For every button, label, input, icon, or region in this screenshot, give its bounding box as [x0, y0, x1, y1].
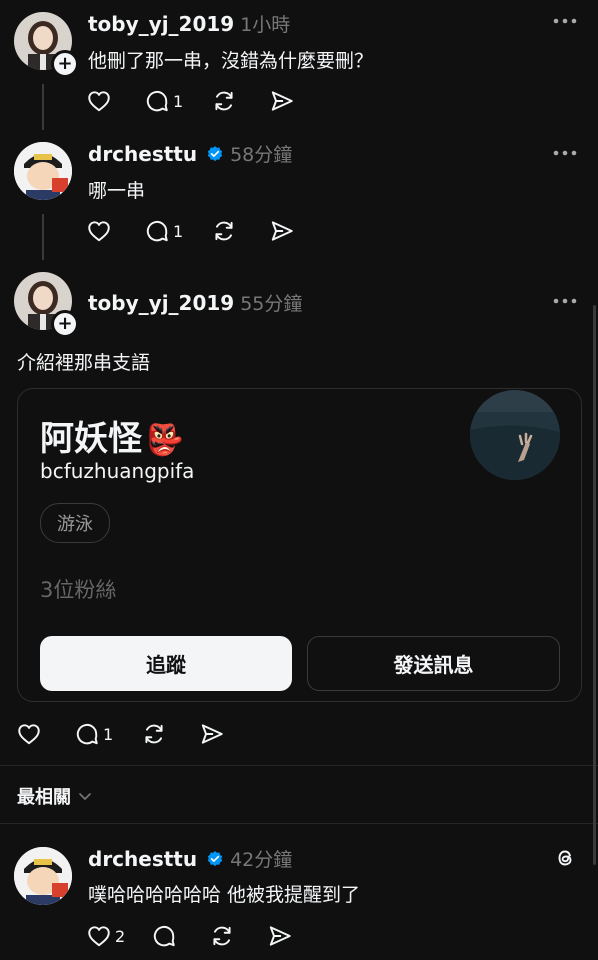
reply-button[interactable]: 1 — [144, 218, 183, 244]
like-count: 2 — [115, 926, 126, 946]
like-button[interactable] — [86, 218, 112, 244]
repost-button[interactable] — [209, 923, 235, 949]
profile-name-row: 阿妖怪 👺 — [40, 411, 183, 460]
comment-icon — [154, 925, 175, 947]
follower-count[interactable]: 3位粉絲 — [40, 574, 116, 604]
sort-label: 最相關 — [17, 787, 71, 808]
message-button-label: 發送訊息 — [393, 653, 474, 677]
post-text: 他刪了那一串，沒錯為什麼要刪？ — [88, 50, 374, 72]
share-button[interactable] — [269, 88, 295, 114]
repost-icon — [215, 91, 233, 111]
repost-icon — [213, 926, 231, 946]
reply-button[interactable]: 1 — [74, 721, 113, 747]
timestamp: 42分鐘 — [230, 849, 293, 871]
comment-icon — [146, 220, 168, 242]
share-icon — [272, 221, 293, 241]
username-text[interactable]: drchesttu — [88, 847, 197, 871]
username-text[interactable]: toby_yj_2019 — [88, 291, 234, 315]
reply-button[interactable]: 1 — [144, 88, 183, 114]
share-button[interactable] — [267, 923, 293, 949]
profile-name: 阿妖怪 — [40, 419, 142, 459]
username[interactable]: toby_yj_2019 55分鐘 — [88, 289, 302, 316]
divider — [0, 765, 598, 766]
follow-plus-icon[interactable]: + — [51, 310, 79, 338]
thread-line — [42, 84, 44, 130]
heart-icon — [88, 926, 110, 947]
username[interactable]: drchesttu 42分鐘 — [88, 845, 292, 872]
more-icon[interactable] — [553, 150, 577, 156]
heart-icon — [88, 91, 110, 112]
thread-line — [42, 214, 44, 260]
share-button[interactable] — [269, 218, 295, 244]
verified-icon — [207, 851, 223, 867]
repost-button[interactable] — [211, 88, 237, 114]
follow-plus-icon[interactable]: + — [51, 50, 79, 78]
follow-button[interactable]: 追蹤 — [40, 636, 292, 691]
avatar[interactable] — [14, 847, 72, 905]
message-button[interactable]: 發送訊息 — [307, 636, 560, 691]
more-icon[interactable] — [553, 298, 577, 304]
reply-button[interactable] — [151, 923, 177, 949]
reply-count: 1 — [173, 221, 184, 241]
profile-card[interactable]: 阿妖怪 👺 bcfuzhuangpifa 游泳 3位粉絲 追蹤 發送訊息 — [17, 388, 582, 702]
share-icon — [270, 926, 291, 946]
follow-button-label: 追蹤 — [146, 653, 186, 677]
more-icon[interactable] — [553, 18, 577, 24]
divider — [0, 823, 598, 824]
profile-emoji: 👺 — [146, 423, 184, 458]
timestamp: 1小時 — [240, 14, 291, 36]
post-text: 哪一串 — [88, 180, 146, 202]
threads-icon[interactable] — [554, 846, 576, 870]
username[interactable]: toby_yj_2019 1小時 — [88, 10, 290, 37]
sort-selector[interactable]: 最相關 — [17, 783, 93, 809]
timestamp: 58分鐘 — [230, 144, 293, 166]
interest-tag-label: 游泳 — [57, 514, 93, 535]
post-actions: 1 — [86, 217, 327, 245]
verified-icon — [207, 146, 223, 162]
username-text[interactable]: drchesttu — [88, 142, 197, 166]
repost-button[interactable] — [211, 218, 237, 244]
reply-actions: 2 — [86, 922, 325, 950]
reply-text: 噗哈哈哈哈哈哈 他被我提醒到了 — [88, 884, 361, 906]
repost-button[interactable] — [141, 721, 167, 747]
share-icon — [202, 724, 223, 744]
timestamp: 55分鐘 — [240, 293, 303, 315]
reply-count: 1 — [173, 91, 184, 111]
comment-icon — [146, 90, 168, 112]
post-actions: 1 — [86, 87, 327, 115]
share-button[interactable] — [199, 721, 225, 747]
repost-icon — [215, 221, 233, 241]
share-icon — [272, 91, 293, 111]
like-button[interactable] — [86, 88, 112, 114]
profile-picture[interactable] — [470, 390, 560, 480]
interest-tag[interactable]: 游泳 — [40, 503, 110, 543]
comment-icon — [76, 723, 98, 745]
username-text[interactable]: toby_yj_2019 — [88, 12, 234, 36]
heart-icon — [18, 724, 40, 745]
scrollbar[interactable] — [593, 305, 596, 865]
post-text: 介紹裡那串支語 — [17, 352, 151, 374]
like-button[interactable]: 2 — [86, 923, 125, 949]
reply-count: 1 — [103, 724, 114, 744]
post-actions: 1 — [16, 720, 257, 748]
heart-icon — [88, 221, 110, 242]
chevron-down-icon — [79, 793, 91, 800]
username[interactable]: drchesttu 58分鐘 — [88, 140, 292, 167]
profile-handle: bcfuzhuangpifa — [40, 459, 195, 483]
like-button[interactable] — [16, 721, 42, 747]
avatar[interactable] — [14, 142, 72, 200]
repost-icon — [145, 724, 163, 744]
